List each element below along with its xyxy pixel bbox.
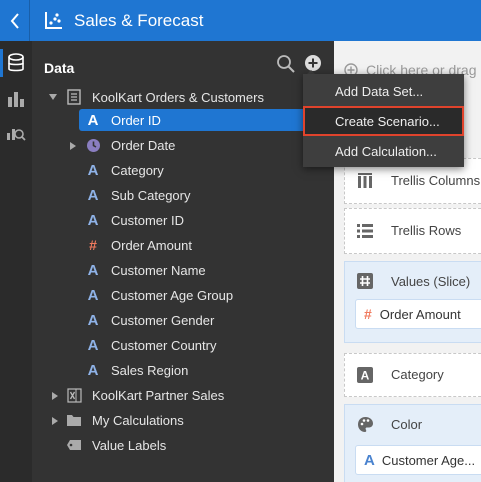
pill-label: Customer Age...	[381, 452, 476, 468]
rail-visualizations-button[interactable]	[0, 83, 32, 115]
tree-item-label: Order ID	[111, 112, 161, 128]
menu-item-create-scenario[interactable]: Create Scenario...	[303, 106, 464, 136]
tree-item-label: My Calculations	[92, 412, 184, 428]
attribute-icon: A	[87, 336, 99, 354]
tree-item-label: Order Amount	[111, 237, 192, 253]
tree-item-label: Sub Category	[111, 187, 191, 203]
attribute-icon: A	[87, 111, 99, 129]
caret-down-icon[interactable]	[48, 92, 58, 102]
menu-item-label: Add Calculation...	[335, 143, 437, 159]
dropzone-label: Trellis Rows	[391, 223, 462, 238]
order-amount-pill[interactable]: # Order Amount	[355, 299, 481, 329]
tree-item-sub-category[interactable]: A Sub Category	[85, 184, 191, 206]
columns-icon	[358, 173, 372, 188]
dropzone-label: Color	[391, 417, 423, 432]
tree-item-value-labels[interactable]: Value Labels	[66, 434, 166, 456]
tree-item-label: Order Date	[111, 137, 176, 153]
measure-icon: #	[364, 306, 372, 322]
tree-item-label: Customer Name	[111, 262, 206, 278]
tree-item-sales-region[interactable]: A Sales Region	[85, 359, 189, 381]
back-button[interactable]	[0, 0, 30, 41]
tree-item-customer-name[interactable]: A Customer Name	[85, 259, 206, 281]
pill-label: Order Amount	[379, 306, 461, 322]
tree-item-label: Value Labels	[92, 437, 167, 453]
attribute-icon: A	[87, 311, 99, 329]
tree-item-label: KoolKart Partner Sales	[92, 387, 225, 403]
tree-item-my-calculations[interactable]: My Calculations	[66, 409, 184, 431]
chart-app-icon	[45, 12, 62, 29]
tree-item-partner-sales[interactable]: KoolKart Partner Sales	[66, 384, 224, 406]
menu-item-label: Add Data Set...	[335, 83, 424, 99]
attribute-icon: A	[87, 161, 99, 179]
caret-right-icon[interactable]	[50, 391, 60, 401]
tree-item-order-amount[interactable]: # Order Amount	[85, 234, 192, 256]
trellis-rows-dropzone[interactable]: Trellis Rows	[344, 208, 481, 254]
tree-item-label: Customer Country	[111, 337, 217, 353]
database-icon	[8, 53, 24, 72]
tree-item-label: Customer Gender	[111, 312, 215, 328]
caret-right-icon[interactable]	[50, 416, 60, 426]
tree-item-customer-id[interactable]: A Customer ID	[85, 209, 184, 231]
bar-chart-icon	[8, 92, 24, 107]
menu-item-add-calculation[interactable]: Add Calculation...	[303, 136, 464, 166]
svg-text:A: A	[361, 369, 370, 383]
color-dropzone[interactable]: Color A Customer Age...	[344, 404, 481, 482]
palette-icon	[358, 417, 373, 432]
chevron-left-icon	[10, 12, 19, 29]
attribute-icon: A	[87, 186, 99, 204]
attribute-icon: A	[87, 261, 99, 279]
data-panel: Data KoolKart Orders & Customers A Order…	[32, 41, 334, 482]
clock-icon	[85, 137, 101, 153]
left-rail	[0, 41, 32, 482]
dropzone-label: Category	[391, 367, 444, 382]
attribute-icon: A	[87, 361, 99, 379]
category-dropzone[interactable]: A Category	[344, 353, 481, 397]
menu-item-label: Create Scenario...	[335, 113, 440, 129]
tree-item-customer-gender[interactable]: A Customer Gender	[85, 309, 215, 331]
caret-right-icon[interactable]	[68, 141, 78, 151]
tree-item-customer-country[interactable]: A Customer Country	[85, 334, 217, 356]
measure-icon: #	[89, 237, 97, 253]
folder-icon	[66, 412, 82, 428]
search-icon[interactable]	[276, 54, 296, 74]
tree-item-dataset[interactable]: KoolKart Orders & Customers	[66, 86, 264, 108]
rows-icon	[357, 224, 373, 238]
app-header: Sales & Forecast	[0, 0, 481, 41]
tree-item-label: Customer Age Group	[111, 287, 234, 303]
hash-icon	[357, 273, 373, 289]
document-icon	[66, 89, 82, 105]
panel-title: Data	[44, 60, 75, 76]
attribute-icon: A	[87, 286, 99, 304]
tree-item-order-date[interactable]: Order Date	[85, 134, 175, 156]
tag-icon	[66, 437, 82, 453]
values-slice-dropzone[interactable]: Values (Slice) # Order Amount	[344, 261, 481, 343]
analytics-icon	[7, 129, 26, 141]
dropzone-label: Values (Slice)	[391, 274, 471, 289]
app-title: Sales & Forecast	[74, 11, 204, 30]
attribute-icon: A	[364, 451, 375, 469]
attribute-icon: A	[87, 211, 99, 229]
customer-age-pill[interactable]: A Customer Age...	[355, 445, 481, 475]
dropzone-label: Trellis Columns	[391, 173, 481, 188]
tree-item-label: KoolKart Orders & Customers	[92, 89, 264, 105]
category-icon: A	[357, 367, 373, 383]
tree-item-customer-age-group[interactable]: A Customer Age Group	[85, 284, 234, 306]
tree-item-label: Sales Region	[111, 362, 189, 378]
rail-analytics-button[interactable]	[0, 117, 32, 149]
tree-item-label: Customer ID	[111, 212, 184, 228]
tree-item-order-id[interactable]: A Order ID	[79, 109, 334, 131]
add-menu: Add Data Set... Create Scenario... Add C…	[303, 74, 464, 167]
tree-item-category[interactable]: A Category	[85, 159, 164, 181]
tree-item-label: Category	[111, 162, 164, 178]
spreadsheet-icon	[66, 387, 82, 403]
menu-item-add-data-set[interactable]: Add Data Set...	[303, 76, 464, 106]
rail-data-button[interactable]	[0, 47, 32, 79]
